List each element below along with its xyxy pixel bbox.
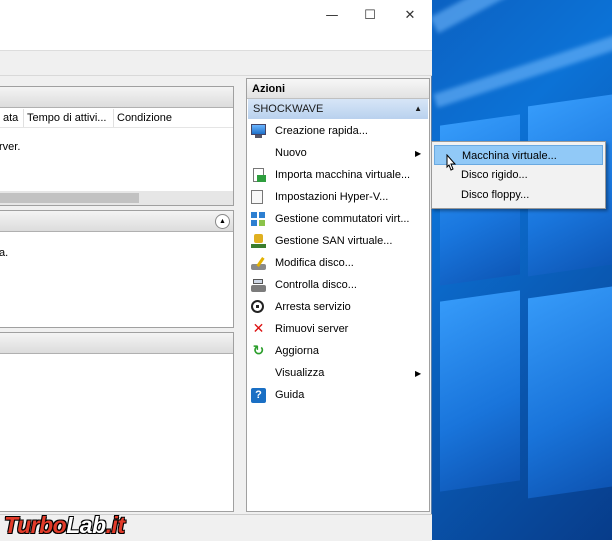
actions-group-header[interactable]: SHOCKWAVE ▲ <box>248 99 428 119</box>
collapse-icon[interactable]: ▲ <box>215 214 230 229</box>
logo-part-lab: Lab <box>66 512 106 538</box>
menu-bar <box>0 30 432 51</box>
minimize-icon: — <box>325 7 339 23</box>
stop-icon <box>251 300 266 315</box>
scrollbar-thumb[interactable] <box>0 193 139 203</box>
help-icon: ? <box>251 388 266 403</box>
action-label: Gestione commutatori virt... <box>275 213 410 225</box>
action-virtual-switch-manager[interactable]: Gestione commutatori virt... <box>247 209 427 230</box>
window-logo-pane <box>528 285 612 499</box>
action-label: Gestione SAN virtuale... <box>275 235 393 247</box>
column-header-state[interactable]: ata <box>0 109 24 127</box>
submenu-label: Disco rigido... <box>461 169 528 181</box>
column-header-condition[interactable]: Condizione <box>113 109 217 127</box>
action-label: Modifica disco... <box>275 257 354 269</box>
new-submenu: Macchina virtuale... Disco rigido... Dis… <box>431 141 606 209</box>
action-label: Rimuovi server <box>275 323 349 335</box>
action-remove-server[interactable]: ✕ Rimuovi server <box>247 319 427 340</box>
action-label: Guida <box>275 389 305 401</box>
action-label: Creazione rapida... <box>275 125 368 137</box>
turbolab-watermark-logo: TurboLab.it <box>4 512 125 539</box>
close-button[interactable]: ✕ <box>390 0 430 30</box>
checkpoints-panel: ▲ a. <box>0 210 234 328</box>
horizontal-scrollbar[interactable] <box>0 191 233 205</box>
submenu-label: Disco floppy... <box>461 189 530 201</box>
light-beam <box>429 0 612 34</box>
action-help[interactable]: ? Guida <box>247 385 427 406</box>
mouse-cursor-icon <box>446 154 457 171</box>
logo-part-turbo: Turbo <box>4 512 67 538</box>
window-logo-pane <box>440 290 520 492</box>
panel-header <box>0 87 233 108</box>
submenu-item-hard-disk[interactable]: Disco rigido... <box>434 165 603 185</box>
action-label: Visualizza <box>275 367 325 379</box>
submenu-item-floppy-disk[interactable]: Disco floppy... <box>434 185 603 205</box>
san-icon <box>251 234 266 249</box>
action-quick-create[interactable]: Creazione rapida... <box>247 121 427 142</box>
light-beam <box>433 26 612 108</box>
actions-title: Azioni <box>247 79 429 99</box>
action-label: Aggiorna <box>275 345 320 357</box>
edit-disk-icon <box>251 256 266 271</box>
action-label: Nuovo <box>275 147 307 159</box>
action-label: Importa macchina virtuale... <box>275 169 411 181</box>
panel-header <box>0 333 233 354</box>
action-view[interactable]: Visualizza ▶ <box>247 363 427 384</box>
action-import-vm[interactable]: Importa macchina virtuale... <box>247 165 427 186</box>
group-label: SHOCKWAVE <box>253 103 324 115</box>
inspect-disk-icon <box>251 278 266 293</box>
details-panel <box>0 332 234 512</box>
empty-list-message: rver. <box>0 141 21 153</box>
maximize-icon: ☐ <box>364 7 376 23</box>
action-edit-disk[interactable]: Modifica disco... <box>247 253 427 274</box>
action-refresh[interactable]: ↻ Aggiorna <box>247 341 427 362</box>
action-label: Impostazioni Hyper-V... <box>275 191 389 203</box>
empty-list-message: a. <box>0 247 9 259</box>
minimize-button[interactable]: — <box>312 0 352 30</box>
maximize-button[interactable]: ☐ <box>350 0 390 30</box>
actions-pane: Azioni SHOCKWAVE ▲ Creazione rapida... N… <box>246 78 430 512</box>
column-header-row: ata Tempo di attivi... Condizione <box>0 109 233 128</box>
logo-part-it: .it <box>105 512 125 538</box>
action-label: Arresta servizio <box>275 301 351 313</box>
submenu-arrow-icon: ▶ <box>415 369 422 378</box>
submenu-label: Macchina virtuale... <box>462 150 557 162</box>
toolbar <box>0 51 432 76</box>
action-virtual-san-manager[interactable]: Gestione SAN virtuale... <box>247 231 427 252</box>
submenu-arrow-icon: ▶ <box>415 149 422 158</box>
action-hyperv-settings[interactable]: Impostazioni Hyper-V... <box>247 187 427 208</box>
title-bar: — ☐ ✕ <box>0 0 432 30</box>
submenu-item-virtual-machine[interactable]: Macchina virtuale... <box>434 145 603 165</box>
import-icon <box>251 168 266 183</box>
refresh-icon: ↻ <box>252 343 265 359</box>
settings-doc-icon <box>251 190 266 205</box>
action-new[interactable]: Nuovo ▶ <box>247 143 427 164</box>
action-label: Controlla disco... <box>275 279 357 291</box>
column-header-uptime[interactable]: Tempo di attivi... <box>23 109 114 127</box>
close-icon: ✕ <box>404 7 416 23</box>
panel-header: ▲ <box>0 211 233 232</box>
virtual-machines-panel: ata Tempo di attivi... Condizione rver. <box>0 86 234 206</box>
monitor-icon <box>251 124 266 139</box>
switch-icon <box>251 212 266 227</box>
action-inspect-disk[interactable]: Controlla disco... <box>247 275 427 296</box>
collapse-arrow-icon[interactable]: ▲ <box>414 99 422 119</box>
remove-icon: ✕ <box>252 321 265 337</box>
action-stop-service[interactable]: Arresta servizio <box>247 297 427 318</box>
hyper-v-manager-window: — ☐ ✕ ata Tempo di attivi... Condizione … <box>0 0 432 541</box>
